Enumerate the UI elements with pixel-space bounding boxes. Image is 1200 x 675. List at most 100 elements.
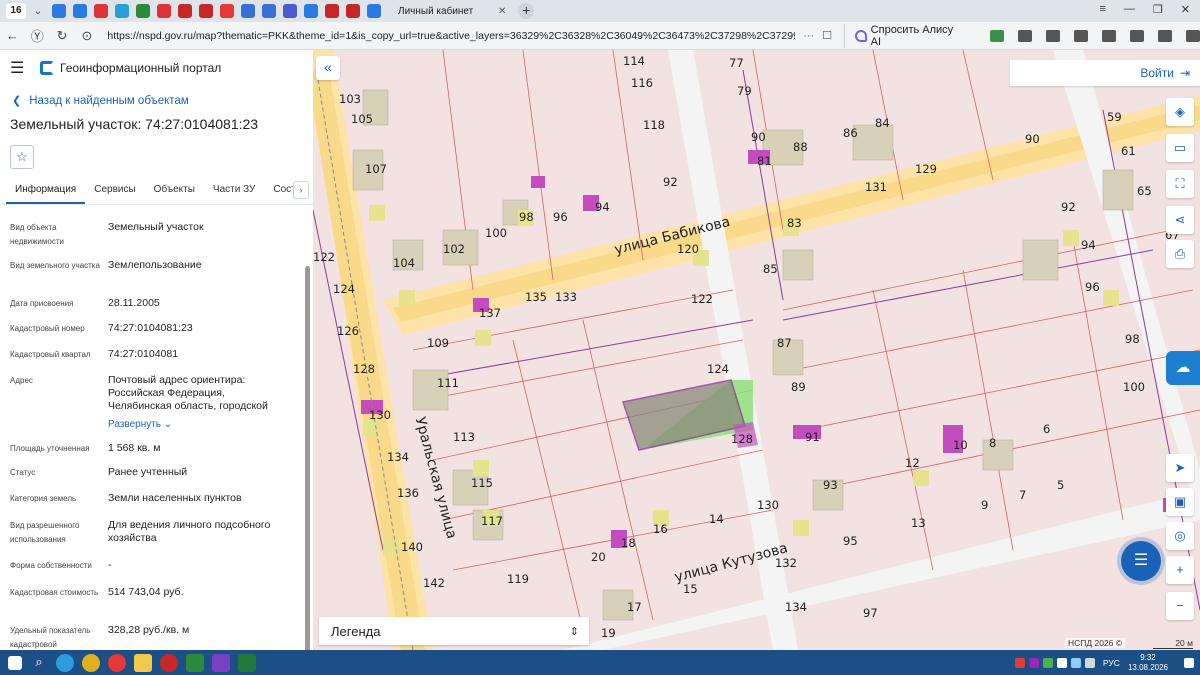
tabs-dropdown-icon[interactable]: ⌄	[30, 6, 46, 17]
extension-icon[interactable]	[1046, 29, 1061, 42]
window-controls: ≡ — ❐ ✕	[1081, 3, 1190, 16]
windows-taskbar: ⌕ РУС 9:32 13.08.2026	[0, 650, 1200, 675]
menu-icon[interactable]: ☰	[10, 58, 30, 78]
expand-address-link[interactable]: Развернуть ⌄	[108, 418, 288, 431]
pinned-tab-icon[interactable]	[94, 4, 108, 18]
new-tab-button[interactable]: +	[518, 3, 535, 19]
login-button[interactable]: Войти ⇥	[1010, 60, 1200, 86]
tray-icon[interactable]	[1042, 657, 1053, 668]
pinned-tab-icon[interactable]	[283, 4, 297, 18]
favorite-button[interactable]: ☆	[10, 145, 34, 169]
geolocation-button[interactable]: ◎	[1166, 522, 1194, 550]
tray-icon[interactable]	[1014, 657, 1025, 668]
tab-count-badge[interactable]: 16	[6, 3, 26, 19]
extension-icon[interactable]	[990, 29, 1005, 42]
extension-icon[interactable]	[1158, 29, 1173, 42]
pinned-tab-icon[interactable]	[304, 4, 318, 18]
back-arrow-icon[interactable]: ←	[0, 28, 25, 43]
file-explorer-icon[interactable]	[134, 653, 152, 672]
extension-icon[interactable]	[1130, 29, 1145, 42]
app-icon[interactable]	[160, 653, 178, 672]
house-number-label: 128	[731, 432, 753, 446]
zoom-in-button[interactable]: +	[1166, 556, 1194, 584]
legend-panel[interactable]: Легенда ⇕	[319, 617, 589, 645]
tray-icon[interactable]	[1056, 657, 1067, 668]
extension-icon[interactable]	[1102, 29, 1117, 42]
pinned-tab-icon[interactable]	[115, 4, 129, 18]
tab-information[interactable]: Информация	[6, 179, 86, 204]
active-tab-title[interactable]: Личный кабинет	[398, 6, 498, 17]
search-icon[interactable]: ⌕	[30, 654, 48, 672]
tray-icon[interactable]	[1028, 657, 1039, 668]
bookmark-icon[interactable]: ☐	[822, 29, 832, 42]
pinned-tab-icon[interactable]	[157, 4, 171, 18]
house-number-label: 79	[737, 84, 752, 98]
pinned-tab-icon[interactable]	[178, 4, 192, 18]
pinned-tab-icon[interactable]	[73, 4, 87, 18]
excel-icon[interactable]	[238, 653, 256, 672]
tab-parcel-parts[interactable]: Части ЗУ	[204, 179, 264, 204]
layers-button[interactable]: ◈	[1166, 98, 1194, 126]
chat-icon: ☁	[1175, 359, 1191, 376]
map-view[interactable]: улица Бабикова Уральская улица улица Кут…	[313, 50, 1200, 650]
pinned-tab-icon[interactable]	[325, 4, 339, 18]
restore-icon[interactable]: ❐	[1153, 3, 1163, 16]
tabs-scroll-right-button[interactable]: ›	[293, 181, 309, 199]
app-icon[interactable]	[186, 653, 204, 672]
sidebar-scrollbar[interactable]	[305, 266, 310, 650]
share-button[interactable]: ⋖	[1166, 206, 1194, 234]
chevron-left-icon: ❮	[12, 95, 22, 107]
pinned-tab-icon[interactable]	[241, 4, 255, 18]
more-dots-icon[interactable]: ···	[803, 30, 814, 42]
clock[interactable]: 9:32 13.08.2026	[1128, 653, 1168, 673]
basemap-button[interactable]: ▣	[1166, 488, 1194, 516]
expand-collapse-icon[interactable]: ⇕	[570, 625, 579, 638]
support-chat-button[interactable]: ☁	[1166, 351, 1200, 385]
language-indicator[interactable]: РУС	[1103, 658, 1120, 668]
locate-button[interactable]: ➤	[1166, 454, 1194, 482]
yandex-browser-icon[interactable]	[108, 653, 126, 672]
house-number-label: 6	[1043, 422, 1051, 436]
zoom-out-button[interactable]: −	[1166, 592, 1194, 620]
tab-services[interactable]: Сервисы	[85, 179, 144, 204]
extension-icon[interactable]	[1074, 29, 1089, 42]
system-tray: РУС 9:32 13.08.2026	[1011, 650, 1200, 675]
app-icon[interactable]	[212, 653, 230, 672]
volume-icon[interactable]	[1084, 657, 1095, 668]
measure-button[interactable]: ▭	[1166, 134, 1194, 162]
bookmarks-icon[interactable]: ≡	[1099, 3, 1105, 16]
close-window-icon[interactable]: ✕	[1181, 3, 1190, 16]
notifications-icon[interactable]	[1184, 657, 1194, 668]
reload-icon[interactable]: ↻	[50, 28, 75, 44]
tab-objects[interactable]: Объекты	[145, 179, 204, 204]
pinned-tab-icon[interactable]	[220, 4, 234, 18]
pinned-tab-icon[interactable]	[52, 4, 66, 18]
pinned-tab-icon[interactable]	[199, 4, 213, 18]
lock-icon[interactable]: ⊙	[75, 28, 100, 44]
edge-icon[interactable]	[56, 653, 74, 672]
pinned-tab-icon[interactable]	[346, 4, 360, 18]
network-icon[interactable]	[1070, 657, 1081, 668]
pinned-tab-icon[interactable]	[262, 4, 276, 18]
extension-icon[interactable]	[1018, 29, 1033, 42]
navigation-icon: ➤	[1174, 460, 1186, 475]
house-number-label: 15	[683, 582, 698, 596]
yandex-icon[interactable]: Ⓨ	[25, 26, 50, 45]
property-label: Адрес	[10, 376, 33, 385]
house-number-label: 95	[843, 534, 858, 548]
collapse-sidebar-button[interactable]: «	[316, 56, 340, 80]
assistant-chat-button[interactable]: ☰	[1121, 541, 1161, 581]
select-area-button[interactable]: ⛶	[1166, 170, 1194, 198]
tab-close-icon[interactable]: ✕	[498, 6, 506, 17]
url-field[interactable]: https://nspd.gov.ru/map?thematic=PKK&the…	[107, 30, 795, 42]
alice-button[interactable]: Спросить Алису AI	[844, 23, 962, 48]
property-value: Почтовый адрес ориентира: Российская Фед…	[108, 374, 268, 412]
minimize-icon[interactable]: —	[1124, 3, 1135, 16]
start-icon[interactable]	[8, 655, 22, 670]
pinned-tab-icon[interactable]	[367, 4, 381, 18]
print-button[interactable]: ⎙	[1166, 240, 1194, 268]
back-to-results-link[interactable]: ❮ Назад к найденным объектам	[12, 94, 313, 108]
chrome-icon[interactable]	[82, 653, 100, 672]
download-icon[interactable]	[1186, 29, 1200, 42]
pinned-tab-icon[interactable]	[136, 4, 150, 18]
